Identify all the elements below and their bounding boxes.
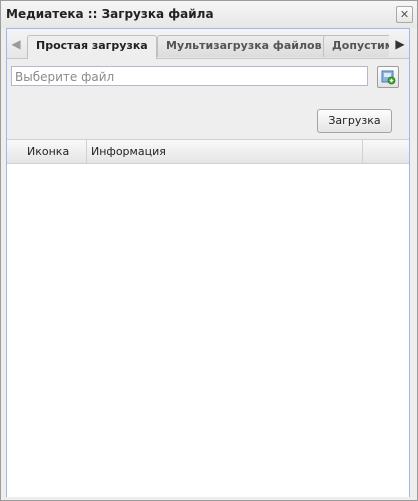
column-header-icon[interactable]: Иконка (7, 140, 87, 163)
window-title: Медиатека :: Загрузка файла (6, 7, 214, 21)
arrow-left-icon: ◀ (11, 36, 21, 51)
upload-button-label: Загрузка (328, 114, 381, 127)
column-header-label: Иконка (27, 145, 70, 158)
file-input-placeholder: Выберите файл (15, 70, 115, 84)
tabs: Простая загрузка Мультизагрузка файлов Д… (27, 35, 389, 59)
tab-strip: ◀ Простая загрузка Мультизагрузка файлов… (7, 29, 409, 59)
column-header-extra[interactable] (363, 140, 409, 163)
grid-header: Иконка Информация (7, 140, 409, 164)
tab-scroll-left-button[interactable]: ◀ (7, 29, 25, 58)
column-header-info[interactable]: Информация (87, 140, 363, 163)
files-grid: Иконка Информация (7, 139, 409, 497)
column-header-label: Информация (91, 145, 166, 158)
window-titlebar[interactable]: Медиатека :: Загрузка файла ✕ (1, 1, 417, 28)
tab-allowed[interactable]: Допустим (323, 35, 389, 57)
tab-scroll-right-button[interactable]: ▶ (391, 29, 409, 58)
close-icon: ✕ (399, 8, 410, 21)
browse-file-icon (381, 70, 396, 85)
file-input[interactable]: Выберите файл (11, 66, 368, 86)
tab-label: Допустим (332, 39, 389, 52)
browse-button[interactable] (377, 66, 399, 88)
arrow-right-icon: ▶ (395, 36, 405, 51)
close-button[interactable]: ✕ (396, 6, 413, 23)
upload-button[interactable]: Загрузка (317, 109, 392, 133)
simple-upload-panel: Выберите файл Загрузка (7, 59, 409, 139)
tab-simple-upload[interactable]: Простая загрузка (27, 35, 157, 59)
tab-multi-upload[interactable]: Мультизагрузка файлов (157, 35, 331, 57)
tab-label: Простая загрузка (36, 39, 148, 52)
upload-window: Медиатека :: Загрузка файла ✕ ◀ Простая … (0, 0, 418, 501)
window-body: ◀ Простая загрузка Мультизагрузка файлов… (6, 28, 410, 497)
tab-label: Мультизагрузка файлов (166, 39, 322, 52)
